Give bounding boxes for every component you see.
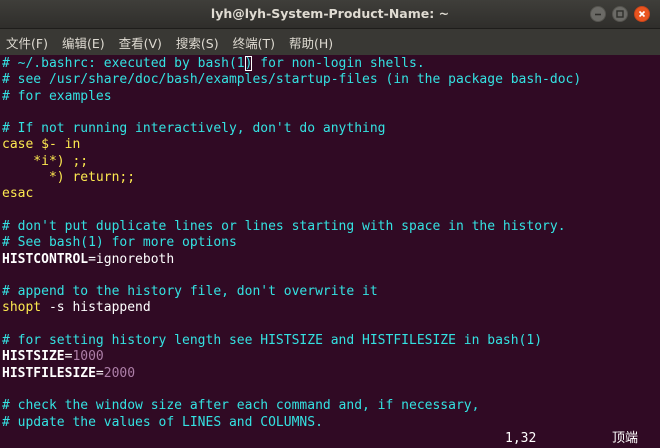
editor-line: # See bash(1) for more options [2,235,237,251]
editor-line: HISTFILESIZE=2000 [2,366,658,382]
menu-view[interactable]: 查看(V) [119,33,162,52]
scroll-position: 顶端 [612,431,639,446]
terminal-content[interactable]: # ~/.bashrc: executed by bash(1) for non… [0,55,660,448]
code-text: -s histappend [41,300,151,316]
title-bar[interactable]: lyh@lyh-System-Product-Name: ~ [0,0,660,29]
variable-name: HISTSIZE [2,349,65,365]
menu-search[interactable]: 搜索(S) [176,33,219,52]
window-title: lyh@lyh-System-Product-Name: ~ [210,6,450,21]
comment-text: # ~/.bashrc: executed by bash(1 [2,56,245,71]
editor-line: # for setting history length see HISTSIZ… [2,333,543,349]
menu-bar: 文件(F) 编辑(E) 查看(V) 搜索(S) 终端(T) 帮助(H) [0,29,660,55]
close-icon [638,10,646,18]
command-text: shopt [2,300,42,316]
editor-line: # see /usr/share/doc/bash/examples/start… [2,72,582,88]
editor-line: # If not running interactively, don't do… [2,121,386,137]
minimize-button[interactable] [590,6,606,22]
menu-file[interactable]: 文件(F) [6,33,48,52]
editor-line: *) return;; [2,170,658,186]
code-text: $- in [33,137,81,153]
editor-line: case $- in [2,137,658,153]
variable-name: HISTFILESIZE [2,365,96,381]
keyword-text: case [2,137,34,153]
variable-value: 1000 [72,349,104,365]
cursor-position: 1,32 [505,431,537,446]
menu-edit[interactable]: 编辑(E) [62,33,105,52]
code-text: ;; [119,170,136,186]
menu-help[interactable]: 帮助(H) [289,33,333,52]
editor-line: # append to the history file, don't over… [2,284,378,300]
menu-terminal[interactable]: 终端(T) [233,33,275,52]
minimize-icon [595,13,601,16]
variable-name: HISTCONTROL [2,251,89,267]
maximize-icon [616,10,624,18]
variable-value: ignoreboth [95,251,175,267]
variable-value: 2000 [103,365,136,381]
editor-line: # ~/.bashrc: executed by bash(1) for non… [2,56,658,72]
close-button[interactable] [634,6,650,22]
editor-line: # for examples [2,88,112,104]
equals-sign: = [95,365,104,381]
comment-text: for non-login shells. [252,56,425,71]
vim-status-line: 1,32 顶端 [0,431,660,447]
editor-line: # update the values of LINES and COLUMNS… [2,414,323,430]
editor-line: HISTSIZE=1000 [2,349,658,365]
terminal-window: lyh@lyh-System-Product-Name: ~ 文件(F) 编辑(… [0,0,660,448]
editor-line: shopt -s histappend [2,300,658,316]
editor-line: esac [2,186,34,202]
code-text: *) [2,170,73,186]
editor-line: # check the window size after each comma… [2,398,480,414]
statement-text: return [72,170,120,186]
editor-line: *i*) ;; [2,153,89,169]
editor-line: # don't put duplicate lines or lines sta… [2,218,566,234]
equals-sign: = [88,251,96,267]
maximize-button[interactable] [612,6,628,22]
editor-line: HISTCONTROL=ignoreboth [2,252,658,268]
